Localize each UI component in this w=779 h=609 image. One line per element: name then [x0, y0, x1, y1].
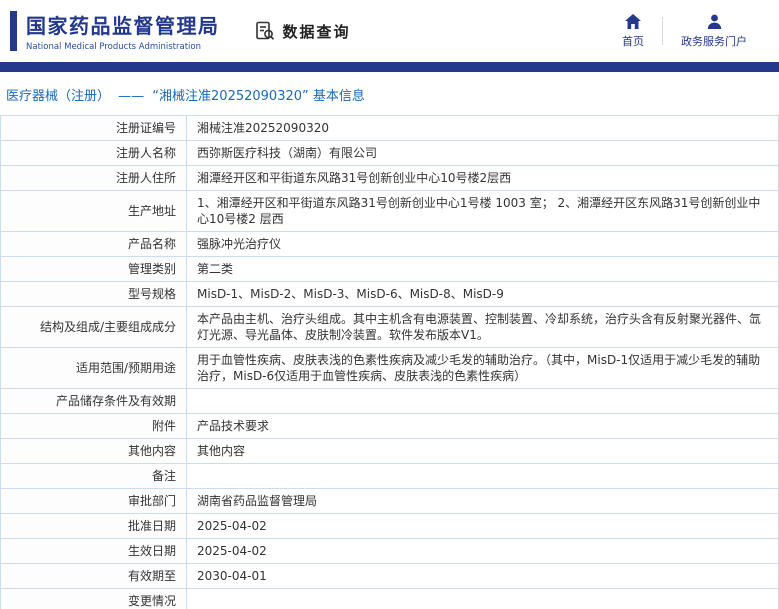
row-label: 其他内容: [1, 439, 187, 463]
row-value: [187, 464, 779, 488]
table-row: 批准日期 2025-04-02: [1, 514, 779, 539]
row-label: 型号规格: [1, 282, 187, 306]
table-row: 注册人住所 湘潭经开区和平街道东风路31号创新创业中心10号楼2层西: [1, 166, 779, 191]
row-label: 产品名称: [1, 232, 187, 256]
breadcrumb: 医疗器械（注册） —— “湘械注准20252090320” 基本信息: [0, 72, 779, 115]
row-label: 备注: [1, 464, 187, 488]
row-value: 其他内容: [187, 439, 779, 463]
registration-table: 注册证编号 湘械注准20252090320 注册人名称 西弥斯医疗科技（湖南）有…: [0, 115, 779, 609]
row-label: 变更情况: [1, 589, 187, 609]
table-row: 结构及组成/主要组成成分 本产品由主机、治疗头组成。其中主机含有电源装置、控制装…: [1, 307, 779, 348]
brand-accent-bar: [10, 11, 17, 51]
nav-portal[interactable]: 政务服务门户: [663, 14, 765, 49]
row-label: 注册人住所: [1, 166, 187, 190]
table-row: 产品储存条件及有效期: [1, 389, 779, 414]
row-value: 2025-04-02: [187, 539, 779, 563]
org-name-en: National Medical Products Administration: [26, 42, 201, 52]
document-search-icon: [254, 20, 276, 42]
row-label: 生效日期: [1, 539, 187, 563]
row-value: 湘潭经开区和平街道东风路31号创新创业中心10号楼2层西: [187, 166, 779, 190]
table-row: 其他内容 其他内容: [1, 439, 779, 464]
row-label: 有效期至: [1, 564, 187, 588]
row-label: 注册证编号: [1, 116, 187, 140]
table-row: 生产地址 1、湘潭经开区和平街道东风路31号创新创业中心1号楼 1003 室； …: [1, 191, 779, 232]
page: 国家药品监督管理局 National Medical Products Admi…: [0, 0, 779, 609]
brand-text: 国家药品监督管理局 National Medical Products Admi…: [26, 10, 220, 52]
org-name-cn: 国家药品监督管理局: [26, 14, 220, 38]
table-row: 附件 产品技术要求: [1, 414, 779, 439]
table-row: 审批部门 湖南省药品监督管理局: [1, 489, 779, 514]
table-row: 型号规格 MisD-1、MisD-2、MisD-3、MisD-6、MisD-8、…: [1, 282, 779, 307]
row-value: MisD-1、MisD-2、MisD-3、MisD-6、MisD-8、MisD-…: [187, 282, 779, 306]
row-value: 强脉冲光治疗仪: [187, 232, 779, 256]
table-row: 注册人名称 西弥斯医疗科技（湖南）有限公司: [1, 141, 779, 166]
nav-portal-label: 政务服务门户: [681, 34, 747, 48]
row-label: 管理类别: [1, 257, 187, 281]
row-value: 第二类: [187, 257, 779, 281]
table-row: 备注: [1, 464, 779, 489]
row-label: 附件: [1, 414, 187, 438]
table-row: 变更情况: [1, 589, 779, 609]
breadcrumb-category[interactable]: 医疗器械（注册）: [6, 89, 110, 104]
row-label: 注册人名称: [1, 141, 187, 165]
breadcrumb-separator: ——: [118, 89, 145, 104]
nav-home-label: 首页: [622, 34, 644, 48]
row-label: 产品储存条件及有效期: [1, 389, 187, 413]
row-label: 批准日期: [1, 514, 187, 538]
table-row: 生效日期 2025-04-02: [1, 539, 779, 564]
row-value: [187, 589, 779, 609]
table-row: 管理类别 第二类: [1, 257, 779, 282]
top-nav: 首页 政务服务门户: [604, 13, 765, 49]
row-label: 结构及组成/主要组成成分: [1, 307, 187, 347]
table-row: 产品名称 强脉冲光治疗仪: [1, 232, 779, 257]
brand[interactable]: 国家药品监督管理局 National Medical Products Admi…: [10, 10, 220, 52]
table-row: 有效期至 2030-04-01: [1, 564, 779, 589]
home-icon: [625, 13, 641, 29]
row-value: 湘械注准20252090320: [187, 116, 779, 140]
nav-home[interactable]: 首页: [604, 13, 662, 49]
site-header: 国家药品监督管理局 National Medical Products Admi…: [0, 0, 779, 62]
row-value: 产品技术要求: [187, 414, 779, 438]
user-icon: [707, 14, 722, 29]
data-query-section[interactable]: 数据查询: [254, 20, 351, 42]
page-title: “湘械注准20252090320” 基本信息: [152, 89, 365, 104]
row-label: 适用范围/预期用途: [1, 348, 187, 388]
row-label: 生产地址: [1, 191, 187, 231]
row-value: 湖南省药品监督管理局: [187, 489, 779, 513]
row-label: 审批部门: [1, 489, 187, 513]
row-value: 西弥斯医疗科技（湖南）有限公司: [187, 141, 779, 165]
row-value: 用于血管性疾病、皮肤表浅的色素性疾病及减少毛发的辅助治疗。（其中，MisD-1仅…: [187, 348, 779, 388]
header-band: [0, 62, 779, 72]
data-query-label: 数据查询: [282, 22, 351, 41]
row-value: 2025-04-02: [187, 514, 779, 538]
row-value: [187, 389, 779, 413]
row-value: 本产品由主机、治疗头组成。其中主机含有电源装置、控制装置、冷却系统，治疗头含有反…: [187, 307, 779, 347]
row-value: 2030-04-01: [187, 564, 779, 588]
table-row: 注册证编号 湘械注准20252090320: [1, 116, 779, 141]
table-row: 适用范围/预期用途 用于血管性疾病、皮肤表浅的色素性疾病及减少毛发的辅助治疗。（…: [1, 348, 779, 389]
row-value: 1、湘潭经开区和平街道东风路31号创新创业中心1号楼 1003 室； 2、湘潭经…: [187, 191, 779, 231]
